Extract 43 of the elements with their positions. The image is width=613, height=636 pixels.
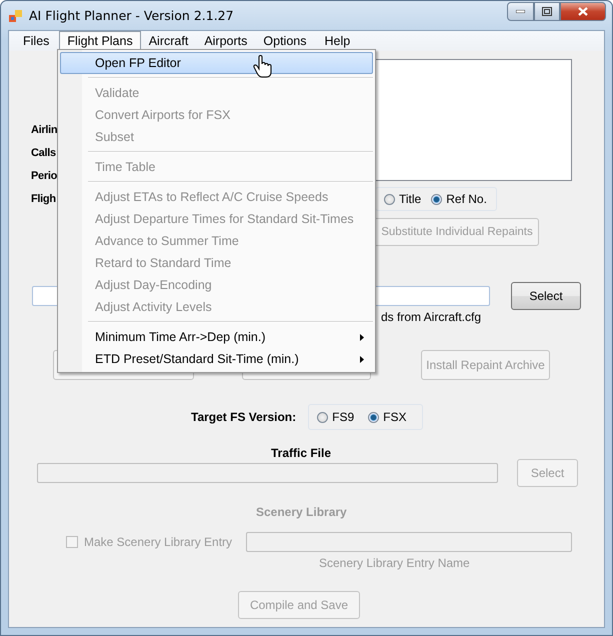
radio-label: Title [399,192,422,206]
menu-bar-item[interactable]: Options [255,31,314,51]
field-label: Airlin [31,123,58,138]
radio-option[interactable]: FS9 [317,410,354,424]
field-caption: Scenery Library Entry Name [319,556,470,570]
radio-label: FS9 [332,410,354,424]
field-label: Perio [31,169,58,184]
radio-button[interactable] [317,412,328,422]
submenu-arrow-icon [360,334,364,340]
radio-button[interactable] [368,412,380,422]
menu-bar-item[interactable]: Flight Plans [59,31,141,51]
section-title: Traffic File [271,446,332,461]
close-icon [578,7,588,16]
library-entry-field[interactable] [246,532,572,552]
aircraft-note: ds from Aircraft.cfg [381,310,482,324]
radio-label: Ref No. [446,192,487,206]
window-title: AI Flight Planner - Version 2.1.27 [29,8,234,23]
radio-option[interactable]: Title [384,192,422,206]
radio-option[interactable]: Ref No. [431,192,487,206]
close-button[interactable] [560,2,606,21]
select-button[interactable]: Select [511,282,581,310]
menu-item[interactable]: Open FP Editor [60,52,373,74]
maximize-button[interactable] [534,2,560,21]
traffic-file-field[interactable] [37,463,498,483]
section-title: Scenery Library [256,505,347,520]
menu-bar-item[interactable]: Files [15,31,58,51]
menu-item[interactable]: ETD Preset/Standard Sit-Time (min.) [60,348,373,370]
minimize-button[interactable] [507,2,534,21]
minimize-icon [516,10,525,13]
radio-button[interactable] [384,194,395,204]
field-label: Calls [31,146,57,161]
menu-bar-item[interactable]: Help [316,31,358,51]
menu-bar-item[interactable]: Aircraft [140,31,196,51]
radio-label: FSX [383,410,406,424]
maximize-icon [542,7,552,16]
radio-option[interactable]: FSX [368,410,406,424]
menu-item[interactable]: Minimum Time Arr->Dep (min.) [60,326,373,348]
target-fs-label: Target FS Version: [191,410,296,424]
submenu-arrow-icon [360,356,364,362]
field-label: Fligh [31,192,57,207]
radio-button[interactable] [431,194,442,204]
app-icon [9,8,23,22]
menu-bar-item[interactable]: Airports [196,31,256,51]
